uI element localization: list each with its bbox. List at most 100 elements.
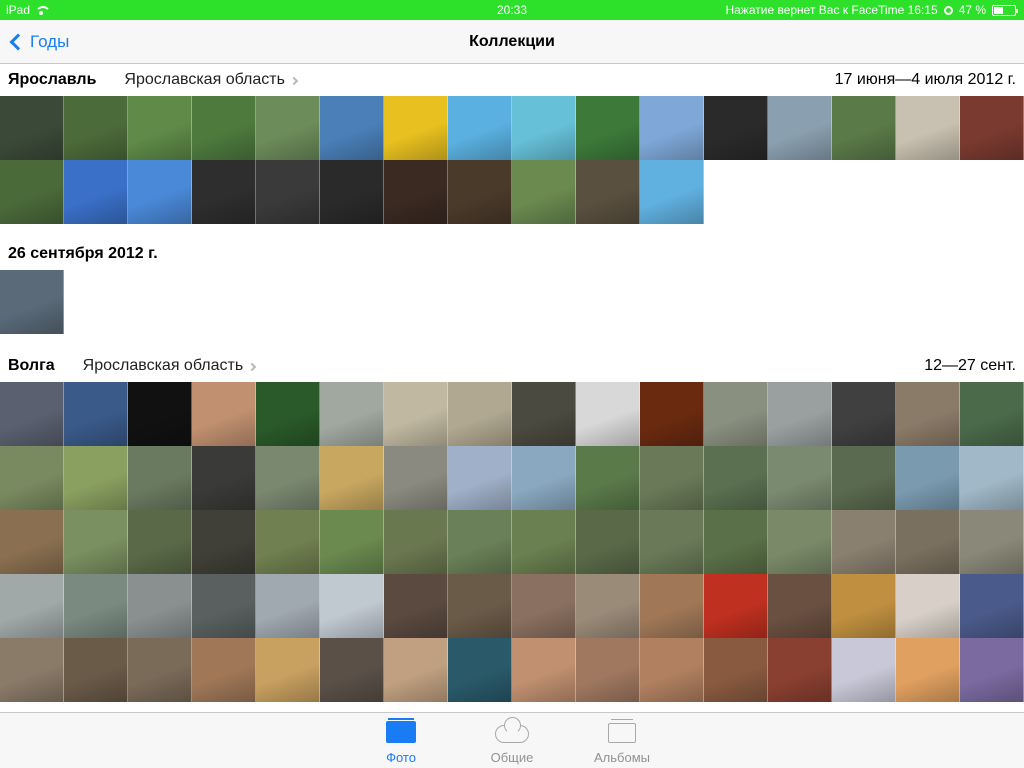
photo-thumbnail[interactable] [640, 574, 704, 638]
photo-thumbnail[interactable] [64, 638, 128, 702]
photo-thumbnail[interactable] [320, 638, 384, 702]
photo-thumbnail[interactable] [960, 510, 1024, 574]
photo-thumbnail[interactable] [0, 446, 64, 510]
photo-thumbnail[interactable] [448, 96, 512, 160]
photo-thumbnail[interactable] [0, 160, 64, 224]
photo-thumbnail[interactable] [896, 510, 960, 574]
photo-thumbnail[interactable] [384, 382, 448, 446]
photo-thumbnail[interactable] [128, 446, 192, 510]
photo-thumbnail[interactable] [512, 96, 576, 160]
photo-thumbnail[interactable] [768, 96, 832, 160]
photo-thumbnail[interactable] [320, 574, 384, 638]
photo-thumbnail[interactable] [320, 382, 384, 446]
photo-thumbnail[interactable] [512, 574, 576, 638]
photo-thumbnail[interactable] [832, 574, 896, 638]
photo-thumbnail[interactable] [256, 160, 320, 224]
tab-albums[interactable]: Альбомы [577, 713, 667, 768]
photo-thumbnail[interactable] [384, 96, 448, 160]
photo-thumbnail[interactable] [832, 638, 896, 702]
photo-thumbnail[interactable] [448, 382, 512, 446]
photo-thumbnail[interactable] [448, 446, 512, 510]
photo-thumbnail[interactable] [128, 638, 192, 702]
photo-thumbnail[interactable] [384, 446, 448, 510]
photo-thumbnail[interactable] [576, 382, 640, 446]
photo-thumbnail[interactable] [960, 574, 1024, 638]
photo-thumbnail[interactable] [512, 382, 576, 446]
photo-thumbnail[interactable] [704, 510, 768, 574]
photo-thumbnail[interactable] [576, 510, 640, 574]
photo-thumbnail[interactable] [576, 638, 640, 702]
photo-thumbnail[interactable] [320, 446, 384, 510]
photo-thumbnail[interactable] [128, 382, 192, 446]
photo-thumbnail[interactable] [192, 160, 256, 224]
photo-thumbnail[interactable] [256, 96, 320, 160]
photo-thumbnail[interactable] [832, 382, 896, 446]
photo-thumbnail[interactable] [0, 382, 64, 446]
photo-thumbnail[interactable] [768, 510, 832, 574]
photo-thumbnail[interactable] [896, 446, 960, 510]
photo-thumbnail[interactable] [512, 446, 576, 510]
photo-thumbnail[interactable] [384, 510, 448, 574]
photo-thumbnail[interactable] [768, 382, 832, 446]
photo-thumbnail[interactable] [768, 446, 832, 510]
collection-header[interactable]: Волга Ярославская область 12—27 сент. [0, 350, 1024, 382]
photo-thumbnail[interactable] [64, 574, 128, 638]
back-button[interactable]: Годы [8, 20, 69, 64]
photo-thumbnail[interactable] [128, 510, 192, 574]
status-bar[interactable]: iPad 20:33 Нажатие вернет Вас к FaceTime… [0, 0, 1024, 20]
facetime-return-notice[interactable]: Нажатие вернет Вас к FaceTime 16:15 [725, 0, 937, 20]
photo-thumbnail[interactable] [832, 510, 896, 574]
tab-photos[interactable]: Фото [356, 713, 446, 768]
photo-thumbnail[interactable] [448, 574, 512, 638]
collection-location[interactable]: Ярославская область [124, 71, 299, 89]
photo-thumbnail[interactable] [384, 160, 448, 224]
tab-shared[interactable]: Общие [467, 713, 557, 768]
photo-thumbnail[interactable] [256, 382, 320, 446]
photo-thumbnail[interactable] [512, 510, 576, 574]
photo-thumbnail[interactable] [704, 382, 768, 446]
photo-thumbnail[interactable] [512, 160, 576, 224]
photo-thumbnail[interactable] [0, 510, 64, 574]
photo-thumbnail[interactable] [320, 160, 384, 224]
photo-thumbnail[interactable] [64, 382, 128, 446]
photo-thumbnail[interactable] [0, 638, 64, 702]
photo-thumbnail[interactable] [576, 160, 640, 224]
collection-header[interactable]: Ярославль Ярославская область 17 июня—4 … [0, 64, 1024, 96]
photo-thumbnail[interactable] [0, 96, 64, 160]
photo-thumbnail[interactable] [192, 382, 256, 446]
photo-thumbnail[interactable] [576, 574, 640, 638]
photo-thumbnail[interactable] [640, 446, 704, 510]
photo-thumbnail[interactable] [576, 446, 640, 510]
photo-thumbnail[interactable] [192, 510, 256, 574]
photo-thumbnail[interactable] [576, 96, 640, 160]
photo-thumbnail[interactable] [256, 638, 320, 702]
photo-thumbnail[interactable] [448, 510, 512, 574]
photo-thumbnail[interactable] [640, 510, 704, 574]
collection-header[interactable]: 26 сентября 2012 г. [0, 238, 1024, 270]
photo-thumbnail[interactable] [192, 574, 256, 638]
photo-thumbnail[interactable] [960, 638, 1024, 702]
photo-thumbnail[interactable] [768, 574, 832, 638]
photo-thumbnail[interactable] [192, 96, 256, 160]
photo-thumbnail[interactable] [768, 638, 832, 702]
photo-thumbnail[interactable] [320, 510, 384, 574]
photo-thumbnail[interactable] [256, 574, 320, 638]
photo-thumbnail[interactable] [256, 446, 320, 510]
photo-thumbnail[interactable] [384, 638, 448, 702]
photo-thumbnail[interactable] [448, 160, 512, 224]
photo-thumbnail[interactable] [384, 574, 448, 638]
photo-thumbnail[interactable] [256, 510, 320, 574]
photo-thumbnail[interactable] [832, 96, 896, 160]
photo-thumbnail[interactable] [896, 96, 960, 160]
photo-thumbnail[interactable] [640, 160, 704, 224]
photo-thumbnail[interactable] [896, 574, 960, 638]
photo-thumbnail[interactable] [0, 270, 64, 334]
photo-thumbnail[interactable] [960, 446, 1024, 510]
photo-thumbnail[interactable] [64, 446, 128, 510]
photo-thumbnail[interactable] [832, 446, 896, 510]
photo-thumbnail[interactable] [960, 382, 1024, 446]
photo-thumbnail[interactable] [448, 638, 512, 702]
photo-thumbnail[interactable] [640, 638, 704, 702]
photo-thumbnail[interactable] [320, 96, 384, 160]
photo-thumbnail[interactable] [896, 638, 960, 702]
